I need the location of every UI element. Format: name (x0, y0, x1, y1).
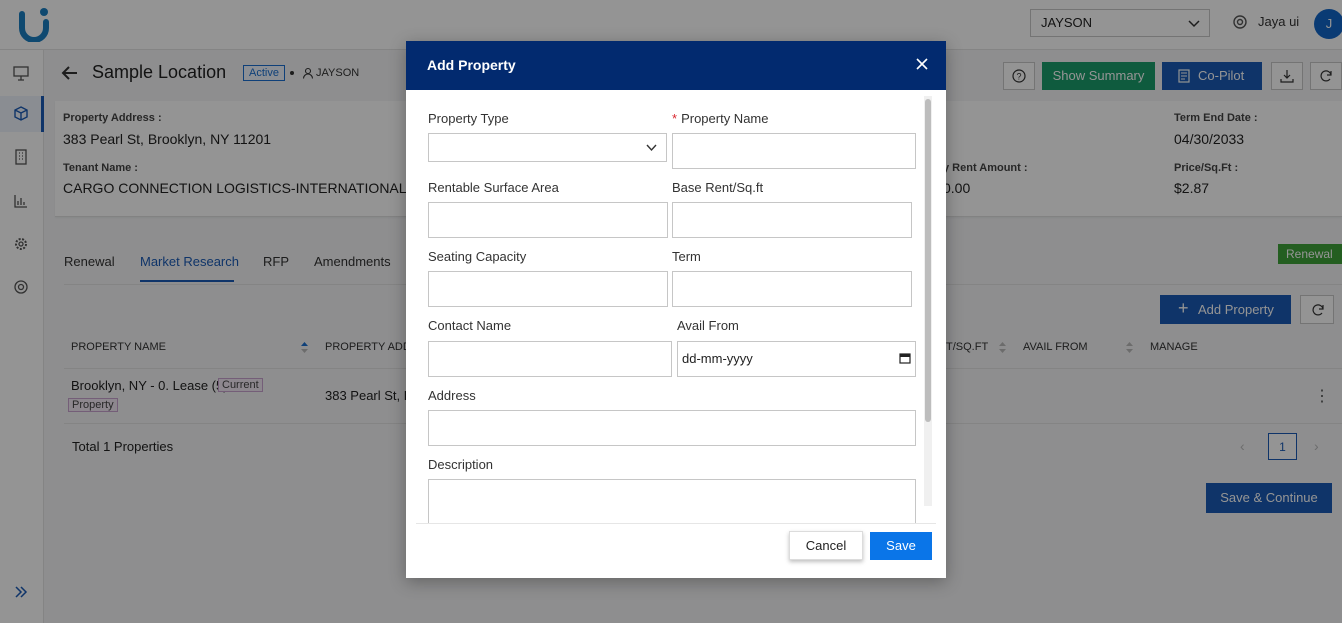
property-name-label-text: Property Name (681, 111, 769, 126)
property-type-label: Property Type (428, 111, 509, 126)
description-label: Description (428, 457, 494, 472)
term-input[interactable] (672, 271, 912, 307)
modal-title: Add Property (427, 57, 516, 73)
seating-capacity-input[interactable] (428, 271, 668, 307)
cancel-button[interactable]: Cancel (789, 531, 863, 560)
address-input[interactable] (428, 410, 916, 446)
description-textarea[interactable] (428, 479, 916, 524)
avail-from-label: Avail From (677, 318, 739, 333)
rentable-area-input[interactable] (428, 202, 668, 238)
modal-footer-divider (416, 523, 936, 524)
add-property-modal: Add Property Property Type * Property Nam… (406, 41, 946, 578)
contact-name-label: Contact Name (428, 318, 512, 333)
address-label: Address (428, 388, 476, 403)
rentable-area-label: Rentable Surface Area (428, 180, 559, 195)
save-button[interactable]: Save (870, 532, 932, 560)
seating-capacity-label: Seating Capacity (428, 249, 527, 264)
base-rent-input[interactable] (672, 202, 912, 238)
chevron-down-icon (646, 144, 657, 152)
contact-name-input[interactable] (428, 341, 672, 377)
modal-header: Add Property (406, 41, 946, 90)
required-asterisk: * (672, 111, 678, 126)
calendar-icon[interactable] (899, 352, 911, 364)
avail-from-date-input[interactable]: dd-mm-yyyy (677, 341, 916, 377)
term-label: Term (672, 249, 701, 264)
property-name-input[interactable] (672, 133, 916, 169)
property-type-select[interactable] (428, 133, 667, 162)
modal-scrollbar-thumb[interactable] (925, 99, 931, 422)
base-rent-label: Base Rent/Sq.ft (672, 180, 764, 195)
avail-from-placeholder: dd-mm-yyyy (682, 351, 753, 366)
modal-body: Property Type * Property Name Rentable Su… (406, 90, 946, 524)
property-name-label: * Property Name (672, 111, 768, 126)
close-icon[interactable] (914, 56, 930, 72)
